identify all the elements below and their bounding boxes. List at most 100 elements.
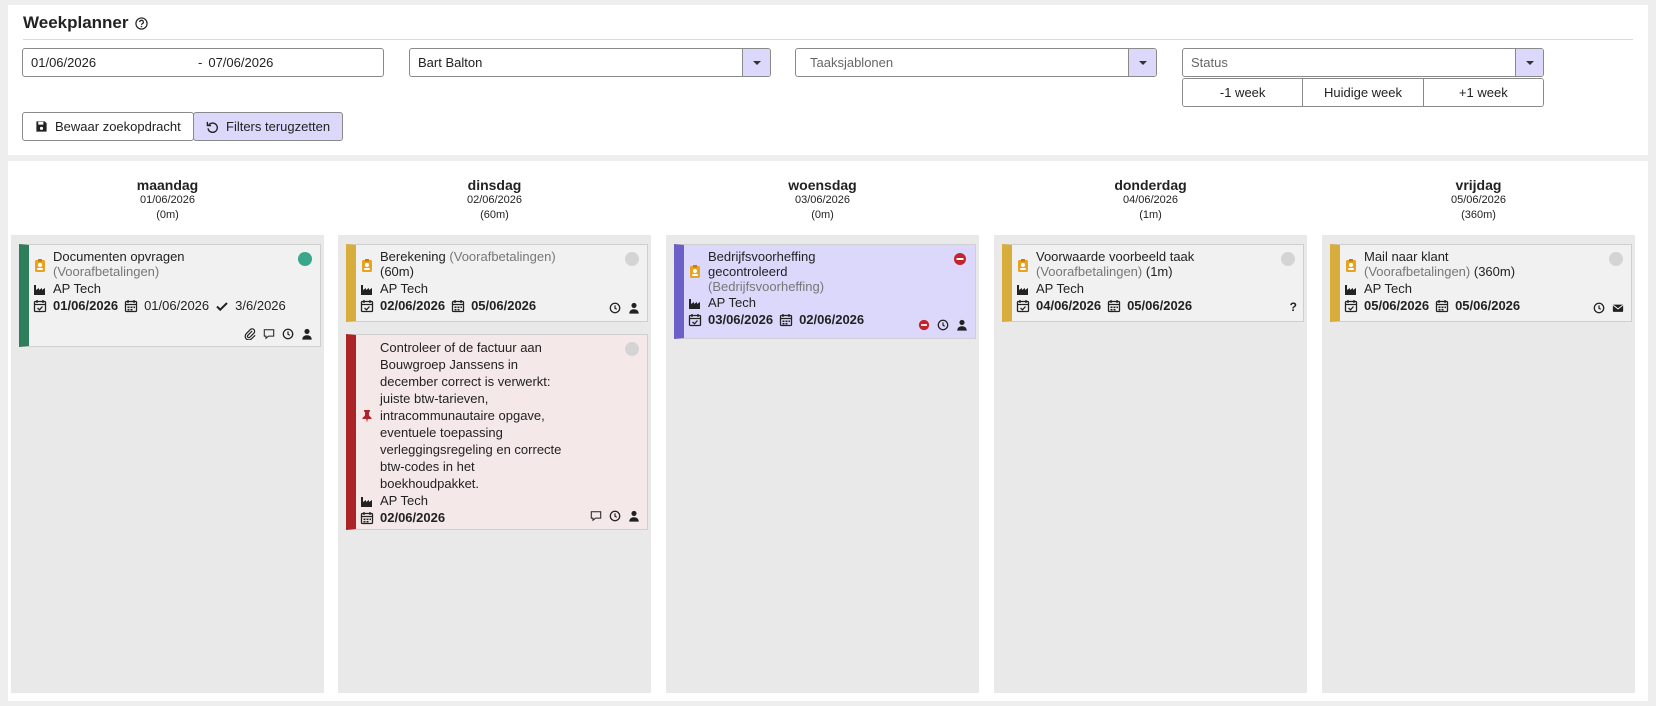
employee-dropdown-button[interactable]: [742, 49, 770, 76]
day-name: vrijdag: [1455, 177, 1502, 193]
status-select[interactable]: Status: [1182, 48, 1544, 77]
day-name: woensdag: [788, 177, 857, 193]
employee-value: Bart Balton: [418, 55, 483, 70]
status-indicator[interactable]: [625, 342, 639, 356]
badge-icon: [1016, 259, 1030, 273]
pin-icon: [360, 409, 374, 423]
title-divider: [23, 39, 1633, 40]
status-indicator[interactable]: [1609, 252, 1623, 266]
templates-select[interactable]: Taaksjablonen: [795, 48, 1157, 77]
prev-week-button[interactable]: -1 week: [1183, 79, 1303, 106]
clock-icon[interactable]: [1592, 302, 1606, 314]
task-client: AP Tech: [380, 281, 428, 296]
day-date: 03/06/2026: [794, 194, 851, 206]
user-icon[interactable]: [955, 319, 969, 331]
status-dropdown-button[interactable]: [1515, 49, 1543, 76]
day-header: donderdag 04/06/2026 (1m): [991, 161, 1310, 235]
task-card[interactable]: Controleer of de factuur aan Bouwgroep J…: [346, 334, 648, 530]
check-icon: [215, 299, 229, 313]
task-client: AP Tech: [1364, 281, 1412, 296]
calendar-icon: [360, 511, 374, 525]
task-text-line: verleggingsregeling en correcte: [380, 442, 562, 457]
page-title-text: Weekplanner: [23, 13, 129, 32]
employee-select[interactable]: Bart Balton: [409, 48, 771, 77]
task-text-line: boekhoudpakket.: [380, 476, 480, 491]
reset-filters-label: Filters terugzetten: [226, 119, 331, 134]
clock-icon[interactable]: [608, 510, 622, 522]
day-column-tuesday: dinsdag 02/06/2026 (60m) Berekening (Voo…: [335, 161, 654, 701]
task-card[interactable]: Voorwaarde voorbeeld taak (Voorafbetalin…: [1002, 244, 1304, 322]
comment-icon[interactable]: [262, 328, 276, 340]
task-category: (Voorafbetalingen): [1364, 264, 1471, 279]
day-header: dinsdag 02/06/2026 (60m): [335, 161, 654, 235]
day-total: (1m): [1139, 209, 1162, 221]
user-icon[interactable]: [627, 510, 641, 522]
factory-icon: [1344, 282, 1358, 296]
undo-icon: [206, 120, 219, 133]
task-done-date: 3/6/2026: [235, 298, 286, 313]
filter-panel: Weekplanner 01/06/2026 - 07/06/2026 Bart…: [8, 5, 1648, 155]
templates-dropdown-button[interactable]: [1128, 49, 1156, 76]
calendar-icon: [124, 299, 138, 313]
badge-icon: [360, 259, 374, 273]
factory-icon: [360, 494, 374, 508]
date-from[interactable]: 01/06/2026: [23, 55, 198, 70]
day-header: vrijdag 05/06/2026 (360m): [1319, 161, 1638, 235]
save-search-button[interactable]: Bewaar zoekopdracht: [22, 112, 194, 141]
reset-filters-button[interactable]: Filters terugzetten: [193, 112, 344, 141]
current-week-button[interactable]: Huidige week: [1302, 79, 1423, 106]
task-title-cont: gecontroleerd: [708, 264, 788, 279]
task-category: (Voorafbetalingen): [449, 249, 556, 264]
task-title: Berekening: [380, 249, 446, 264]
day-name: donderdag: [1114, 177, 1187, 193]
status-indicator[interactable]: [298, 252, 312, 266]
task-description: Controleer of de factuur aan Bouwgroep J…: [380, 339, 561, 492]
day-tasks: Berekening (Voorafbetalingen) (60m) AP T…: [338, 235, 651, 693]
day-header: woensdag 03/06/2026 (0m): [663, 161, 982, 235]
blocked-icon[interactable]: [917, 319, 931, 331]
next-week-button[interactable]: +1 week: [1422, 79, 1543, 106]
day-tasks: Mail naar klant (Voorafbetalingen) (360m…: [1322, 235, 1635, 693]
date-separator: -: [198, 55, 203, 70]
task-category: (Bedrijfsvoorheffing): [708, 279, 825, 294]
task-card[interactable]: Bedrijfsvoorheffing gecontroleerd (Bedri…: [674, 244, 976, 339]
comment-icon[interactable]: [589, 510, 603, 522]
date-range-input[interactable]: 01/06/2026 - 07/06/2026: [22, 48, 384, 77]
task-planned-date: 05/06/2026: [471, 298, 537, 313]
task-card[interactable]: Mail naar klant (Voorafbetalingen) (360m…: [1330, 244, 1632, 322]
unknown-icon[interactable]: ?: [1290, 300, 1297, 314]
calendar-icon: [1107, 299, 1121, 313]
badge-icon: [33, 259, 47, 273]
clock-icon[interactable]: [281, 328, 295, 340]
calendar-icon: [779, 313, 793, 327]
factory-icon: [360, 282, 374, 296]
status-indicator[interactable]: [625, 252, 639, 266]
day-tasks: Bedrijfsvoorheffing gecontroleerd (Bedri…: [666, 235, 979, 693]
task-planned-date: 01/06/2026: [144, 298, 210, 313]
clock-icon[interactable]: [936, 319, 950, 331]
paperclip-icon[interactable]: [243, 328, 257, 340]
status-indicator[interactable]: [1281, 252, 1295, 266]
mail-icon[interactable]: [1611, 302, 1625, 314]
help-icon[interactable]: [135, 17, 148, 30]
task-client: AP Tech: [380, 493, 428, 508]
day-total: (0m): [156, 209, 179, 221]
task-text-line: btw-codes in het: [380, 459, 475, 474]
task-duration: (360m): [1473, 264, 1516, 279]
task-client: AP Tech: [53, 281, 101, 296]
task-due-date: 03/06/2026: [708, 312, 774, 327]
day-name: maandag: [136, 177, 199, 193]
calendar-check-icon: [33, 299, 47, 313]
date-to[interactable]: 07/06/2026: [208, 55, 383, 70]
clock-icon[interactable]: [608, 302, 622, 314]
day-total: (60m): [480, 209, 509, 221]
task-duration: (60m): [380, 264, 414, 279]
save-icon: [35, 120, 48, 133]
calendar-check-icon: [1344, 299, 1358, 313]
task-card[interactable]: Berekening (Voorafbetalingen) (60m) AP T…: [346, 244, 648, 322]
task-card[interactable]: Documenten opvragen (Voorafbetalingen) A…: [19, 244, 321, 347]
user-icon[interactable]: [300, 328, 314, 340]
user-icon[interactable]: [627, 302, 641, 314]
blocked-icon[interactable]: [953, 252, 967, 266]
task-category: (Voorafbetalingen): [53, 264, 160, 279]
